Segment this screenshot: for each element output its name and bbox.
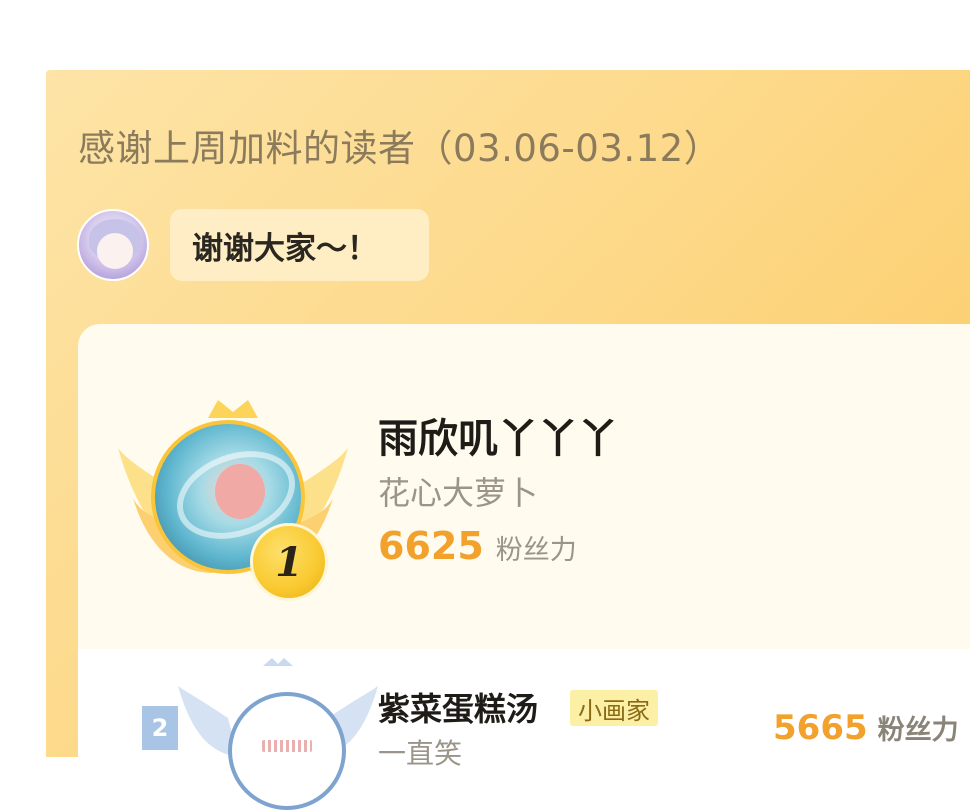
thanks-panel: 感谢上周加料的读者（03.06-03.12） 谢谢大家～！ 1 雨欣叽丫丫丫 花…	[46, 70, 970, 810]
second-place-tag: 小画家	[570, 690, 658, 726]
first-place-score: 6625 粉丝力	[378, 524, 577, 568]
rank-1-badge: 1	[250, 523, 328, 601]
second-place-score-value: 5665	[773, 708, 868, 748]
leaderboard-card: 1 雨欣叽丫丫丫 花心大萝卜 6625 粉丝力 2 紫菜蛋糕汤 小画家 一直笑 …	[78, 324, 970, 810]
first-place-score-unit: 粉丝力	[495, 535, 577, 566]
panel-title: 感谢上周加料的读者（03.06-03.12）	[78, 127, 722, 170]
author-avatar-icon[interactable]	[77, 209, 149, 281]
second-place-name[interactable]: 紫菜蛋糕汤	[378, 684, 538, 730]
first-place-subtitle: 花心大萝卜	[378, 474, 539, 512]
thanks-message: 谢谢大家～！	[192, 230, 378, 267]
first-place-name[interactable]: 雨欣叽丫丫丫	[378, 406, 618, 464]
first-place-score-value: 6625	[378, 524, 484, 568]
second-place-score: 5665 粉丝力	[773, 708, 959, 748]
second-place-avatar[interactable]	[228, 692, 346, 810]
second-place-score-unit: 粉丝力	[877, 715, 959, 746]
second-place-subtitle: 一直笑	[378, 737, 463, 770]
rank-2-badge: 2	[142, 706, 178, 750]
thanks-message-bubble: 谢谢大家～！	[170, 209, 429, 281]
